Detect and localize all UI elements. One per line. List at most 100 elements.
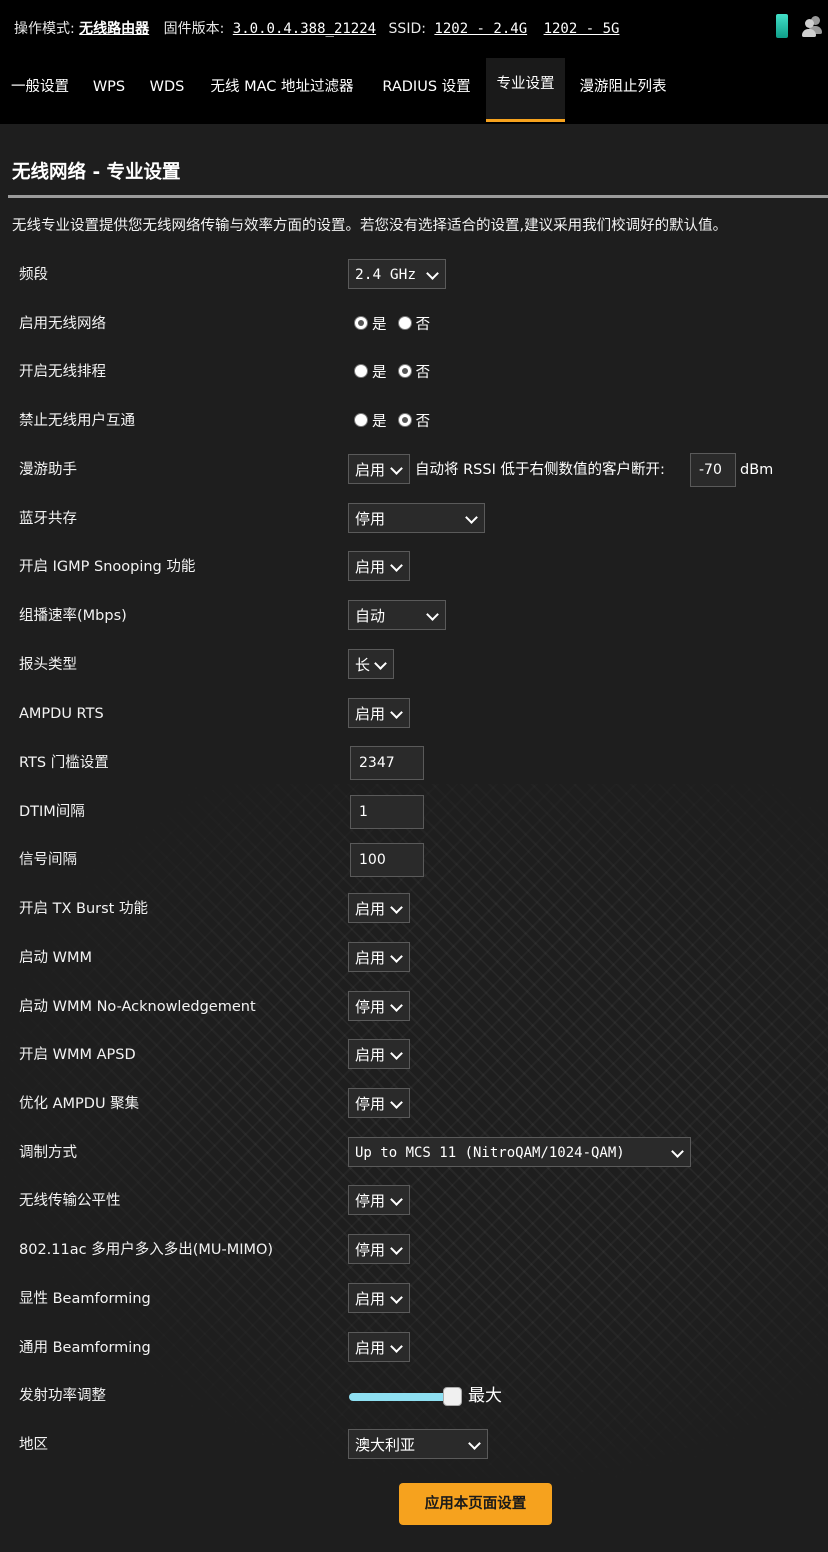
users-icon[interactable] xyxy=(802,14,824,38)
chevron-down-icon xyxy=(390,1193,403,1206)
row-dtim-interval: DTIM间隔 1 xyxy=(0,792,828,832)
preamble-type-select[interactable]: 长 xyxy=(348,649,394,679)
tab-wds[interactable]: WDS xyxy=(148,58,186,120)
chevron-down-icon xyxy=(390,999,403,1012)
chevron-down-icon xyxy=(390,1340,403,1353)
ssid-24-link[interactable]: 1202 - 2.4G xyxy=(434,21,527,37)
ampdu-rts-select[interactable]: 启用 xyxy=(348,698,410,728)
explicit-beamforming-label: 显性 Beamforming xyxy=(19,1291,151,1307)
page-title: 无线网络 - 专业设置 xyxy=(12,162,181,183)
wmm-select[interactable]: 启用 xyxy=(348,942,410,972)
row-mu-mimo: 802.11ac 多用户多入多出(MU-MIMO) 停用 xyxy=(0,1230,828,1270)
top-status-bar: 操作模式: 无线路由器 固件版本: 3.0.0.4.388_21224 SSID… xyxy=(0,0,828,58)
title-divider xyxy=(8,195,828,198)
modulation-select[interactable]: Up to MCS 11 (NitroQAM/1024-QAM) xyxy=(348,1137,691,1167)
ssid-5-link[interactable]: 1202 - 5G xyxy=(544,21,620,37)
mode-link[interactable]: 无线路由器 xyxy=(79,21,149,37)
roaming-assistant-label: 漫游助手 xyxy=(19,462,77,478)
tab-mac-filter[interactable]: 无线 MAC 地址过滤器 xyxy=(206,58,358,120)
mu-mimo-select[interactable]: 停用 xyxy=(348,1234,410,1264)
band-select[interactable]: 2.4 GHz xyxy=(348,259,446,289)
row-tx-burst: 开启 TX Burst 功能 启用 xyxy=(0,889,828,929)
igmp-snooping-select[interactable]: 启用 xyxy=(348,551,410,581)
tx-burst-select[interactable]: 启用 xyxy=(348,893,410,923)
multicast-rate-select[interactable]: 自动 xyxy=(348,600,446,630)
page-description: 无线专业设置提供您无线网络传输与效率方面的设置。若您没有选择适合的设置,建议采用… xyxy=(12,218,728,234)
enable-wireless-no-radio[interactable] xyxy=(397,316,412,330)
wmm-noack-select[interactable]: 停用 xyxy=(348,991,410,1021)
bt-coexistence-select[interactable]: 停用 xyxy=(348,503,485,533)
row-explicit-beamforming: 显性 Beamforming 启用 xyxy=(0,1279,828,1319)
wireless-schedule-label: 开启无线排程 xyxy=(19,364,106,380)
dtim-interval-label: DTIM间隔 xyxy=(19,804,85,820)
mu-mimo-label: 802.11ac 多用户多入多出(MU-MIMO) xyxy=(19,1242,274,1258)
wmm-noack-label: 启动 WMM No-Acknowledgement xyxy=(19,999,256,1015)
ampdu-rts-label: AMPDU RTS xyxy=(19,706,104,722)
row-airtime-fairness: 无线传输公平性 停用 xyxy=(0,1181,828,1221)
universal-beamforming-label: 通用 Beamforming xyxy=(19,1340,151,1356)
rts-threshold-input[interactable]: 2347 xyxy=(350,746,424,780)
phone-icon[interactable] xyxy=(776,14,788,38)
status-line: 操作模式: 无线路由器 固件版本: 3.0.0.4.388_21224 SSID… xyxy=(14,18,627,38)
wmm-label: 启动 WMM xyxy=(19,950,92,966)
mode-label: 操作模式: xyxy=(14,21,75,37)
chevron-down-icon xyxy=(390,1047,403,1060)
row-preamble-type: 报头类型 长 xyxy=(0,645,828,685)
tx-power-slider-track[interactable] xyxy=(349,1393,453,1401)
dtim-interval-input[interactable]: 1 xyxy=(350,795,424,829)
tx-power-value: 最大 xyxy=(468,1386,502,1406)
chevron-down-icon xyxy=(426,267,439,280)
enable-wireless-yes-radio[interactable] xyxy=(354,316,368,330)
chevron-down-icon xyxy=(390,1242,403,1255)
tab-radius[interactable]: RADIUS 设置 xyxy=(378,58,475,120)
multicast-rate-label: 组播速率(Mbps) xyxy=(19,608,127,624)
ap-isolation-label: 禁止无线用户互通 xyxy=(19,413,135,429)
beacon-interval-input[interactable]: 100 xyxy=(350,843,424,877)
rssi-input[interactable]: -70 xyxy=(690,453,736,487)
enable-wireless-label: 启用无线网络 xyxy=(19,316,106,332)
chevron-down-icon xyxy=(374,657,387,670)
row-beacon-interval: 信号间隔 100 xyxy=(0,840,828,880)
wmm-apsd-select[interactable]: 启用 xyxy=(348,1039,410,1069)
bt-coexistence-label: 蓝牙共存 xyxy=(19,511,77,527)
airtime-fairness-select[interactable]: 停用 xyxy=(348,1185,410,1215)
preamble-type-label: 报头类型 xyxy=(19,657,77,673)
modulation-label: 调制方式 xyxy=(19,1145,77,1161)
region-select[interactable]: 澳大利亚 xyxy=(348,1429,488,1459)
tab-general[interactable]: 一般设置 xyxy=(9,58,71,120)
band-label: 频段 xyxy=(19,267,48,283)
row-tx-power: 发射功率调整 最大 xyxy=(0,1376,828,1416)
row-wireless-schedule: 开启无线排程 是 否 xyxy=(0,352,828,392)
roaming-assistant-select[interactable]: 启用 xyxy=(348,454,410,484)
row-region: 地区 澳大利亚 xyxy=(0,1425,828,1465)
apply-button[interactable]: 应用本页面设置 xyxy=(399,1483,552,1525)
schedule-yes-radio[interactable] xyxy=(354,364,368,378)
igmp-snooping-label: 开启 IGMP Snooping 功能 xyxy=(19,559,196,575)
schedule-no-radio[interactable] xyxy=(397,364,412,378)
ap-isolation-no-radio[interactable] xyxy=(397,413,412,427)
universal-beamforming-select[interactable]: 启用 xyxy=(348,1332,410,1362)
row-multicast-rate: 组播速率(Mbps) 自动 xyxy=(0,596,828,636)
tab-bar: 一般设置 WPS WDS 无线 MAC 地址过滤器 RADIUS 设置 专业设置… xyxy=(0,58,828,124)
tab-wps[interactable]: WPS xyxy=(91,58,127,120)
chevron-down-icon xyxy=(468,1437,481,1450)
explicit-beamforming-select[interactable]: 启用 xyxy=(348,1283,410,1313)
optimize-ampdu-select[interactable]: 停用 xyxy=(348,1088,410,1118)
chevron-down-icon xyxy=(390,706,403,719)
tab-roaming-block[interactable]: 漫游阻止列表 xyxy=(577,58,669,120)
row-bt-coexistence: 蓝牙共存 停用 xyxy=(0,499,828,539)
tx-power-label: 发射功率调整 xyxy=(19,1388,106,1404)
region-label: 地区 xyxy=(19,1437,48,1453)
ap-isolation-yes-radio[interactable] xyxy=(354,413,368,427)
chevron-down-icon xyxy=(390,950,403,963)
chevron-down-icon xyxy=(671,1145,684,1158)
tx-power-slider-thumb[interactable] xyxy=(443,1387,462,1406)
chevron-down-icon xyxy=(390,559,403,572)
tab-professional[interactable]: 专业设置 xyxy=(486,58,565,122)
airtime-fairness-label: 无线传输公平性 xyxy=(19,1193,121,1209)
firmware-link[interactable]: 3.0.0.4.388_21224 xyxy=(233,21,376,37)
row-wmm: 启动 WMM 启用 xyxy=(0,938,828,978)
row-roaming-assistant: 漫游助手 启用 自动将 RSSI 低于右侧数值的客户断开: -70 dBm xyxy=(0,450,828,490)
row-enable-wireless: 启用无线网络 是 否 xyxy=(0,304,828,344)
firmware-label: 固件版本: xyxy=(163,21,225,37)
